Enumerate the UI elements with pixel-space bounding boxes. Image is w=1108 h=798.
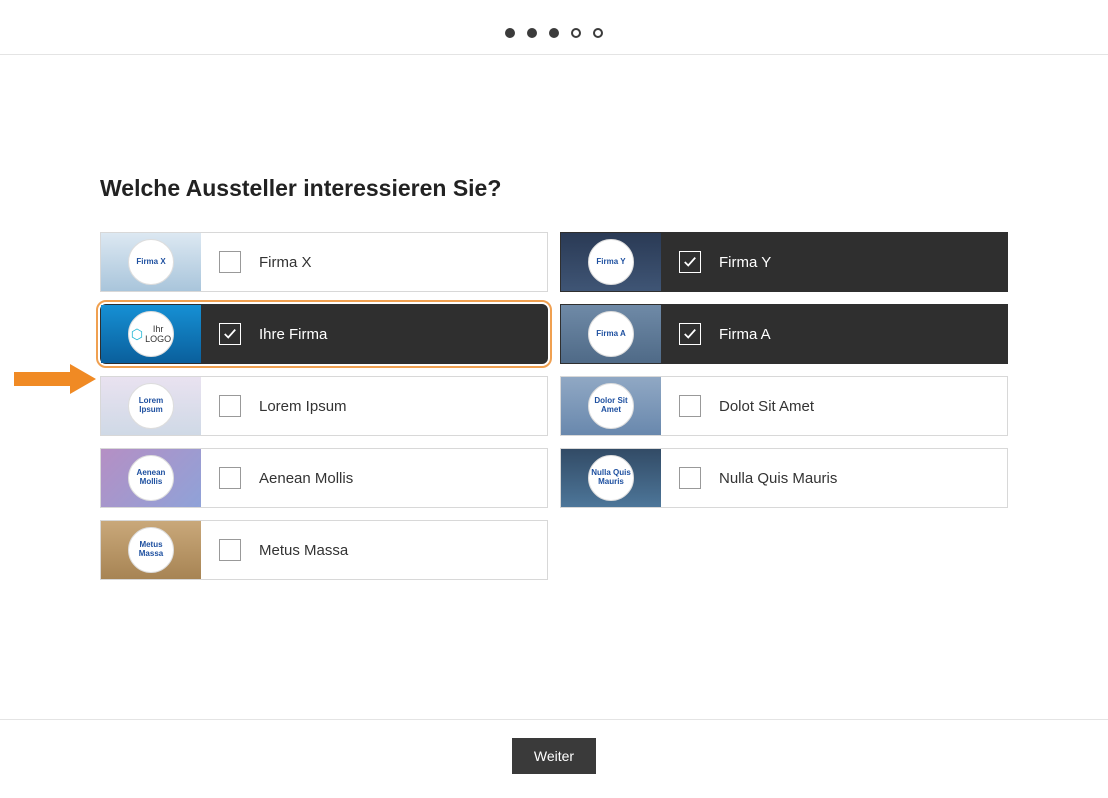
logo-circle: Aenean Mollis <box>128 455 174 501</box>
exhibitor-label: Firma Y <box>719 254 771 271</box>
exhibitor-label: Ihre Firma <box>259 326 327 343</box>
logo-circle: ⬡Ihr LOGO <box>128 311 174 357</box>
exhibitor-thumb: Nulla Quis Mauris <box>561 449 661 507</box>
exhibitor-thumb: Firma A <box>561 305 661 363</box>
logo-circle: Firma Y <box>588 239 634 285</box>
checkbox[interactable] <box>219 467 241 489</box>
logo-circle: Lorem Ipsum <box>128 383 174 429</box>
exhibitor-grid: Firma XFirma XFirma YFirma Y⬡Ihr LOGOIhr… <box>100 232 1008 580</box>
check-icon <box>683 255 697 269</box>
exhibitor-thumb: Metus Massa <box>101 521 201 579</box>
logo-text: Firma Y <box>596 258 625 267</box>
exhibitor-label: Metus Massa <box>259 542 348 559</box>
exhibitor-card-nulla-quis-mauris[interactable]: Nulla Quis Mauris Nulla Quis Mauris <box>560 448 1008 508</box>
logo-text: Lorem Ipsum <box>131 397 171 415</box>
exhibitor-thumb: ⬡Ihr LOGO <box>101 305 201 363</box>
exhibitor-label: Firma X <box>259 254 312 271</box>
logo-text: Firma X <box>136 258 165 267</box>
step-progress <box>0 0 1108 55</box>
checkbox[interactable] <box>679 395 701 417</box>
logo-circle: Metus Massa <box>128 527 174 573</box>
logo-circle: Firma X <box>128 239 174 285</box>
progress-dot <box>593 28 603 38</box>
progress-dot <box>549 28 559 38</box>
exhibitor-label: Nulla Quis Mauris <box>719 470 837 487</box>
checkbox[interactable] <box>679 323 701 345</box>
exhibitor-card-firma-y[interactable]: Firma Y Firma Y <box>560 232 1008 292</box>
logo-text: Metus Massa <box>131 541 171 559</box>
exhibitor-thumb: Dolor Sit Amet <box>561 377 661 435</box>
page-heading: Welche Aussteller interessieren Sie? <box>100 175 1008 202</box>
logo-text: Firma A <box>596 330 626 339</box>
progress-dot <box>571 28 581 38</box>
exhibitor-card-metus-massa[interactable]: Metus Massa Metus Massa <box>100 520 548 580</box>
main-content: Welche Aussteller interessieren Sie? Fir… <box>0 55 1108 580</box>
exhibitor-label: Dolot Sit Amet <box>719 398 814 415</box>
logo-text: Nulla Quis Mauris <box>591 469 631 487</box>
exhibitor-card-lorem-ipsum[interactable]: Lorem Ipsum Lorem Ipsum <box>100 376 548 436</box>
exhibitor-thumb: Lorem Ipsum <box>101 377 201 435</box>
exhibitor-thumb: Firma Y <box>561 233 661 291</box>
checkbox[interactable] <box>219 539 241 561</box>
hexagon-icon: ⬡ <box>131 326 143 343</box>
logo-icon: ⬡Ihr LOGO <box>131 324 171 344</box>
exhibitor-card-ihre-firma[interactable]: ⬡Ihr LOGO Ihre Firma <box>100 304 548 364</box>
exhibitor-card-firma-a[interactable]: Firma A Firma A <box>560 304 1008 364</box>
logo-circle: Firma A <box>588 311 634 357</box>
checkbox[interactable] <box>219 323 241 345</box>
logo-text: Aenean Mollis <box>131 469 171 487</box>
exhibitor-card-firma-x[interactable]: Firma X Firma X <box>100 232 548 292</box>
exhibitor-label: Aenean Mollis <box>259 470 353 487</box>
footer-bar: Weiter <box>0 719 1108 792</box>
exhibitor-label: Lorem Ipsum <box>259 398 347 415</box>
checkbox[interactable] <box>679 467 701 489</box>
next-button[interactable]: Weiter <box>512 738 596 774</box>
exhibitor-label: Firma A <box>719 326 771 343</box>
progress-dot <box>527 28 537 38</box>
logo-circle: Dolor Sit Amet <box>588 383 634 429</box>
exhibitor-thumb: Firma X <box>101 233 201 291</box>
highlight-arrow-icon <box>12 364 96 394</box>
check-icon <box>683 327 697 341</box>
checkbox[interactable] <box>219 395 241 417</box>
checkbox[interactable] <box>679 251 701 273</box>
logo-circle: Nulla Quis Mauris <box>588 455 634 501</box>
logo-text: Ihr LOGO <box>145 324 171 344</box>
logo-text: Dolor Sit Amet <box>591 397 631 415</box>
page-root: Welche Aussteller interessieren Sie? Fir… <box>0 0 1108 798</box>
check-icon <box>223 327 237 341</box>
exhibitor-card-dolor-sit-amet[interactable]: Dolor Sit Amet Dolot Sit Amet <box>560 376 1008 436</box>
checkbox[interactable] <box>219 251 241 273</box>
exhibitor-card-aenean-mollis[interactable]: Aenean Mollis Aenean Mollis <box>100 448 548 508</box>
progress-dot <box>505 28 515 38</box>
exhibitor-thumb: Aenean Mollis <box>101 449 201 507</box>
